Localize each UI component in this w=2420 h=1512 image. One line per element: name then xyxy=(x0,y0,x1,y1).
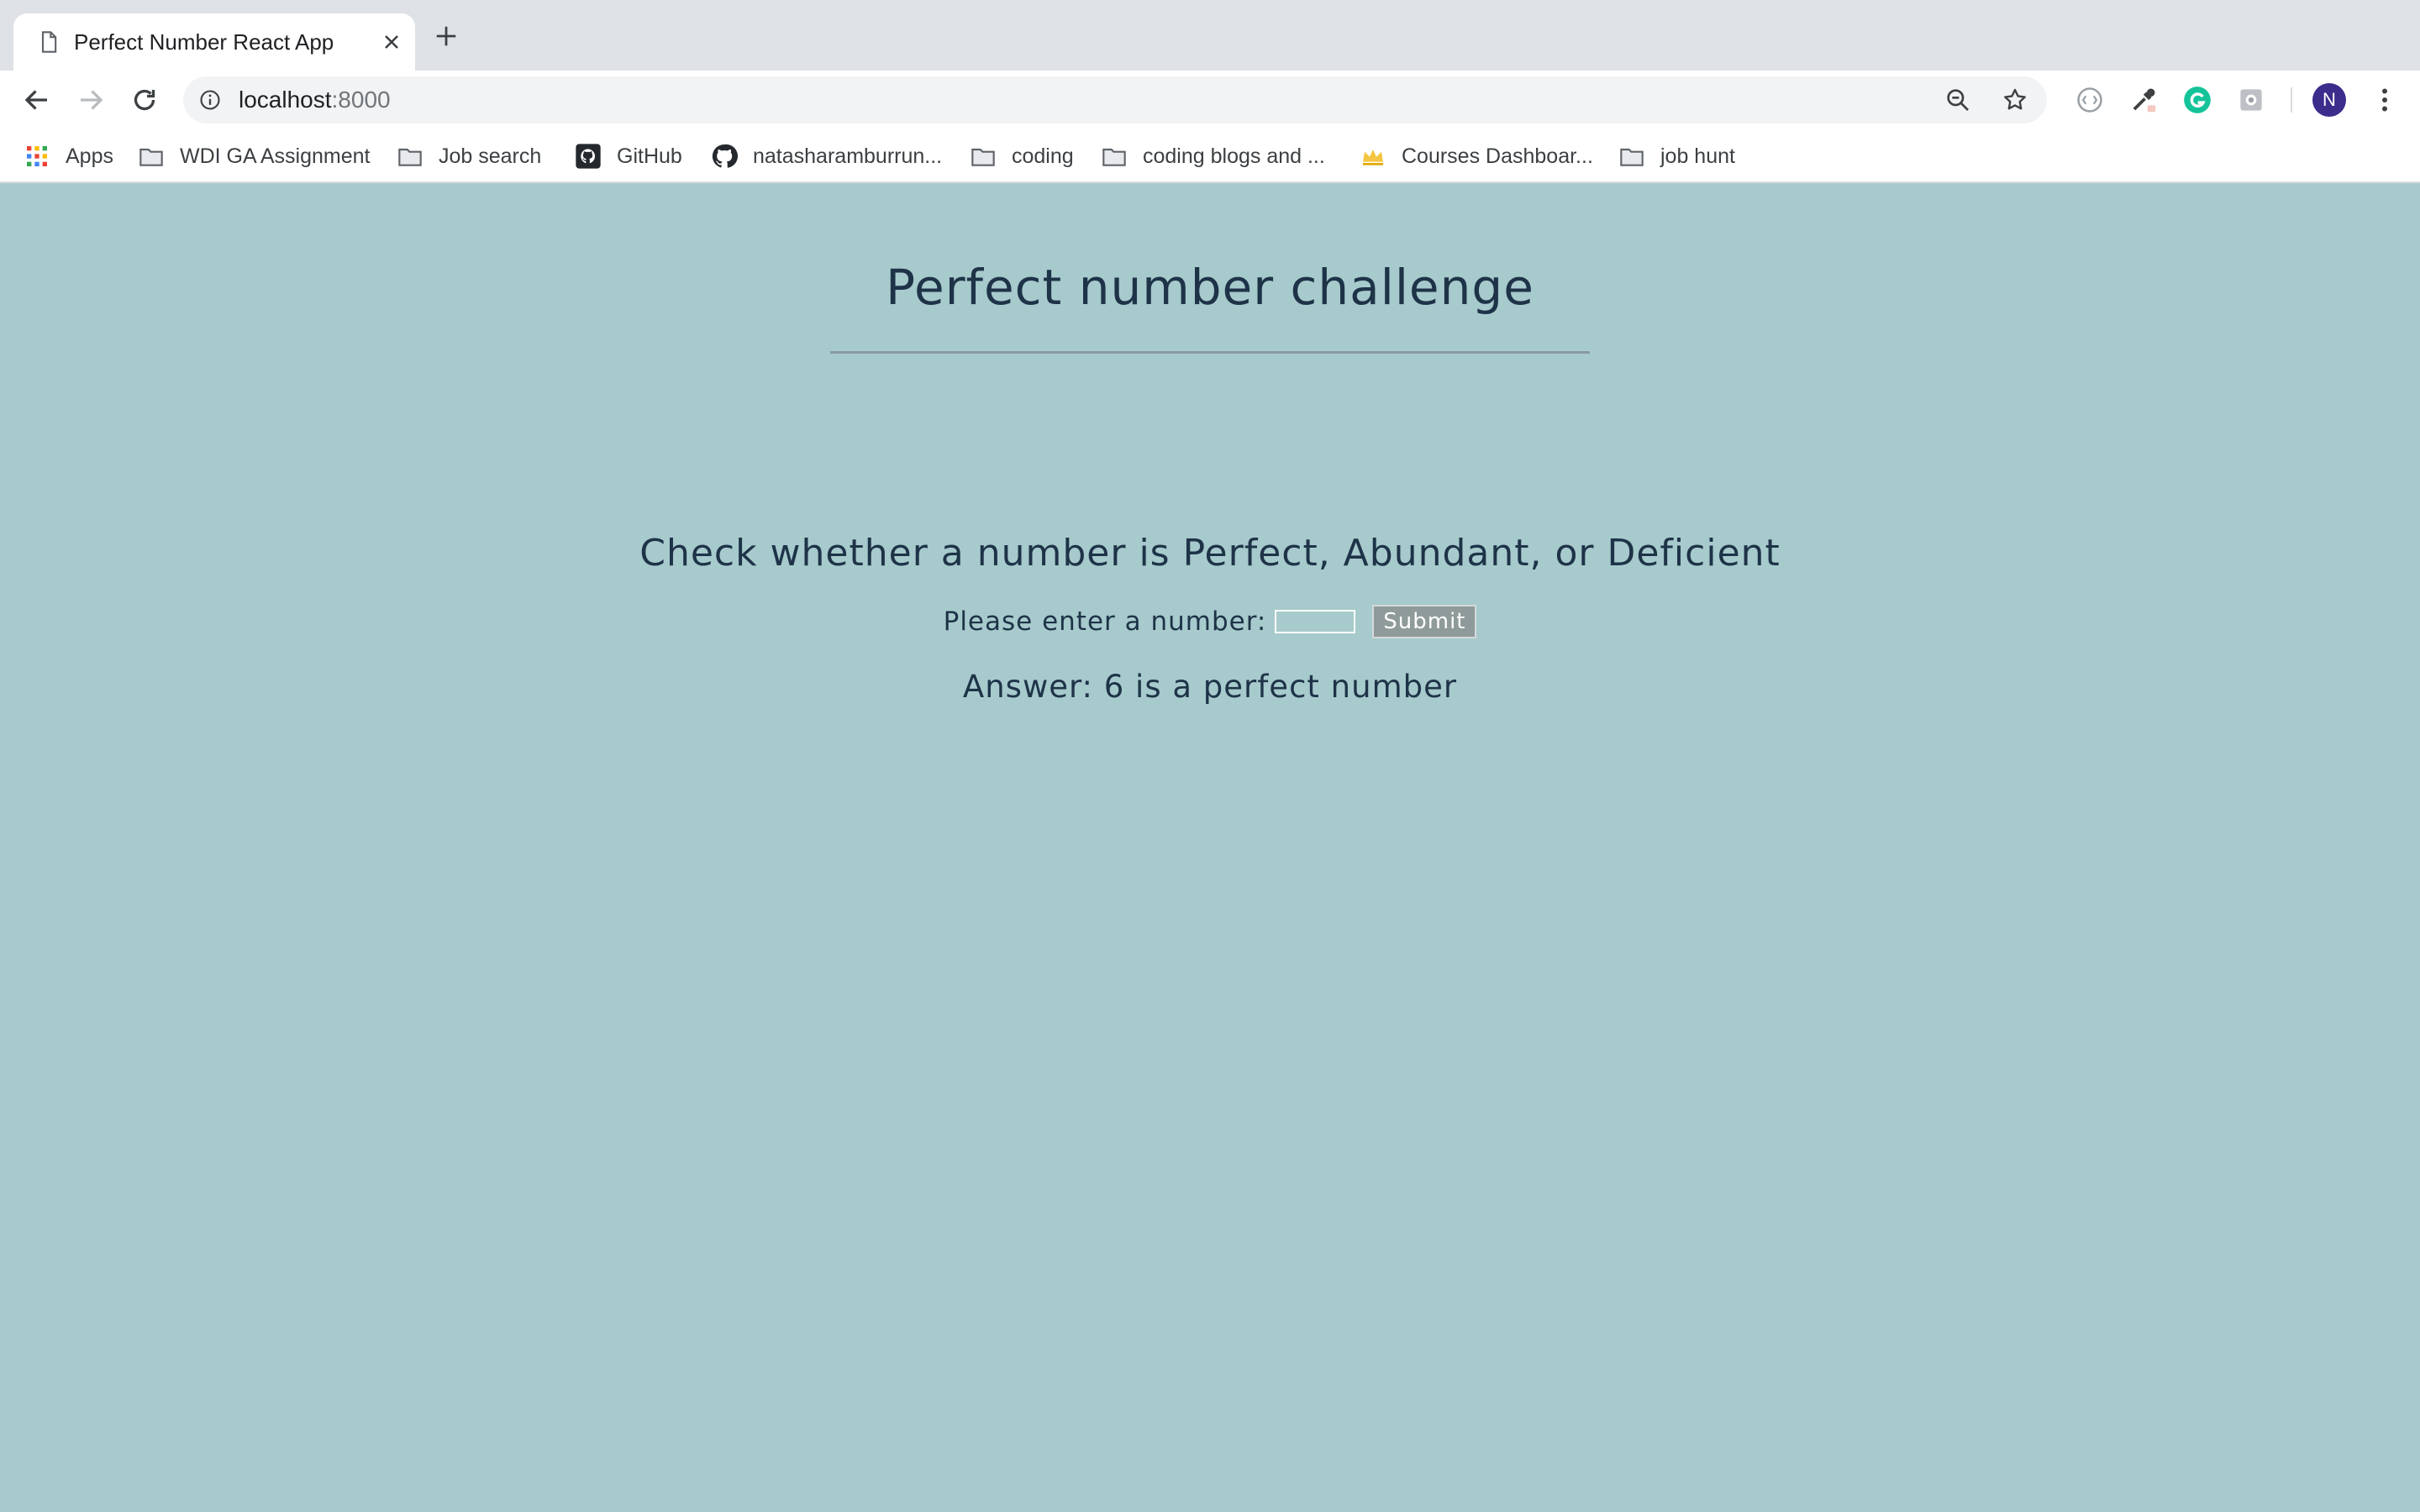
tab-title: Perfect Number React App xyxy=(74,29,334,55)
url-port: :8000 xyxy=(331,87,391,113)
bookmarks-bar: Apps WDI GA Assignment Job search GitHub… xyxy=(0,129,2420,183)
bookmark-label: coding xyxy=(1012,144,1074,168)
github-icon xyxy=(712,144,738,168)
answer-text: Answer: 6 is a perfect number xyxy=(962,669,1458,705)
bookmark-job-search[interactable]: Job search xyxy=(397,139,541,173)
submit-button[interactable]: Submit xyxy=(1372,605,1477,638)
zoom-out-icon[interactable] xyxy=(1944,87,1971,113)
bookmark-label: Courses Dashboar... xyxy=(1402,144,1593,168)
bookmark-natasharamburrun[interactable]: natasharamburrun... xyxy=(711,139,942,173)
page-subtitle: Check whether a number is Perfect, Abund… xyxy=(639,532,1781,575)
number-form: Please enter a number: Submit xyxy=(0,603,2420,640)
url-host: localhost xyxy=(239,87,332,113)
browser-tab-active[interactable]: Perfect Number React App xyxy=(13,13,415,71)
page-title: Perfect number challenge xyxy=(886,259,1534,316)
bookmark-wdi-ga-assignment[interactable]: WDI GA Assignment xyxy=(138,139,370,173)
extension-circle-icon[interactable] xyxy=(2074,84,2106,116)
bookmark-star-icon[interactable] xyxy=(2002,87,2028,113)
bookmark-label: WDI GA Assignment xyxy=(180,144,371,168)
document-icon xyxy=(41,31,57,53)
toolbar-separator xyxy=(2291,87,2292,113)
forward-arrow-icon[interactable] xyxy=(76,85,106,115)
bookmark-label: natasharamburrun... xyxy=(753,144,943,168)
page-content: Perfect number challenge Check whether a… xyxy=(0,183,2420,1512)
number-input[interactable] xyxy=(1275,610,1356,633)
more-vertical-icon[interactable] xyxy=(2370,85,2400,115)
site-info-icon[interactable] xyxy=(198,88,222,112)
back-arrow-icon[interactable] xyxy=(22,85,52,115)
address-bar[interactable]: localhost:8000 xyxy=(183,76,2047,123)
browser-toolbar: localhost:8000 N xyxy=(0,71,2420,129)
bookmark-job-hunt[interactable]: job hunt xyxy=(1618,139,1735,173)
reload-icon[interactable] xyxy=(129,85,160,115)
new-tab-icon[interactable] xyxy=(434,24,459,49)
folder-icon xyxy=(1102,148,1126,166)
folder-icon xyxy=(398,148,422,166)
apps-grid-icon xyxy=(27,146,47,166)
bookmark-coding[interactable]: coding xyxy=(970,139,1074,173)
folder-icon xyxy=(1620,148,1644,166)
folder-icon xyxy=(139,148,163,166)
bookmark-label: Job search xyxy=(439,144,542,168)
bookmark-label: coding blogs and ... xyxy=(1143,144,1325,168)
folder-icon xyxy=(971,148,995,166)
number-input-label: Please enter a number: xyxy=(943,606,1267,637)
profile-avatar[interactable]: N xyxy=(2312,83,2346,117)
grammarly-icon[interactable] xyxy=(2181,84,2213,116)
url-text[interactable]: localhost:8000 xyxy=(239,85,391,115)
bookmark-courses-dashboard[interactable]: Courses Dashboar... xyxy=(1360,139,1593,173)
eyedropper-extension-icon[interactable] xyxy=(2128,84,2160,116)
bookmark-github[interactable]: GitHub xyxy=(575,139,682,173)
github-icon xyxy=(576,144,601,169)
bookmark-coding-blogs[interactable]: coding blogs and ... xyxy=(1101,139,1325,173)
screenshot-extension-icon[interactable] xyxy=(2235,84,2267,116)
bookmark-apps[interactable]: Apps xyxy=(24,139,113,173)
bookmark-label: Apps xyxy=(66,144,113,168)
crown-icon xyxy=(1363,150,1383,165)
bookmark-label: GitHub xyxy=(617,144,682,168)
tab-strip: Perfect Number React App xyxy=(0,0,2420,71)
title-divider xyxy=(830,351,1590,354)
bookmark-label: job hunt xyxy=(1660,144,1735,168)
close-tab-icon[interactable] xyxy=(380,30,403,54)
